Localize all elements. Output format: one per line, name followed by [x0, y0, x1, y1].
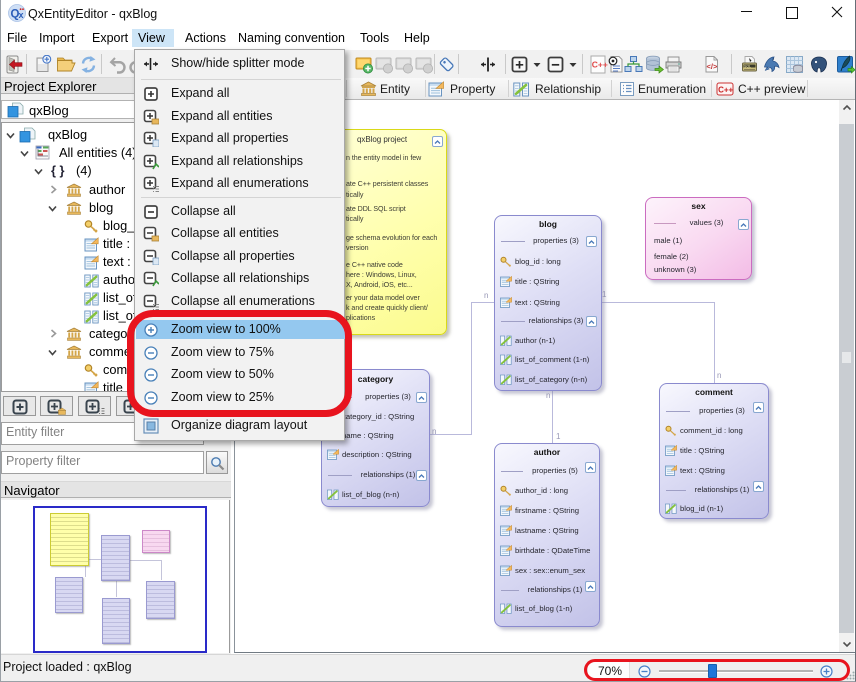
- svg-text:SQL: SQL: [744, 64, 751, 68]
- svg-text:C++: C++: [718, 86, 733, 95]
- svg-text:</>: </>: [707, 62, 718, 71]
- svg-text:x: x: [19, 10, 24, 20]
